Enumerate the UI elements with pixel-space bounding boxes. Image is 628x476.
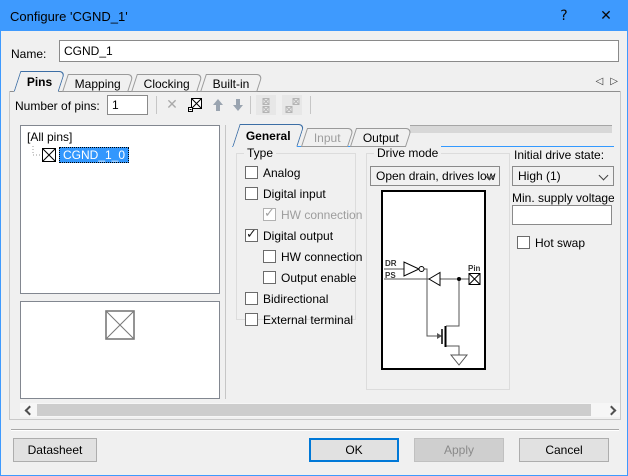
drive-mode-title: Drive mode — [374, 146, 441, 160]
pin-symbol-icon — [105, 310, 135, 340]
checkbox-label: Digital output — [263, 229, 333, 243]
close-button[interactable]: ✕ — [585, 1, 627, 31]
name-label: Name: — [11, 47, 46, 61]
drive-mode-value: Open drain, drives low — [376, 169, 495, 183]
drive-mode-diagram: DR PS Pin — [381, 190, 486, 370]
tab-label: General — [246, 129, 291, 143]
pin-symbol-preview — [20, 301, 220, 399]
datasheet-button[interactable]: Datasheet — [13, 438, 97, 462]
move-pin-up-icon — [208, 95, 228, 115]
toolbar-separator — [156, 96, 157, 114]
checkbox-output-enable[interactable] — [263, 271, 276, 284]
checkbox-label: HW connection — [281, 208, 362, 222]
tab-pins[interactable]: Pins — [14, 71, 66, 92]
number-of-pins-label: Number of pins: — [15, 99, 100, 113]
type-group-title: Type — [244, 146, 276, 160]
type-group: Type AnalogDigital inputHW connectionDig… — [236, 153, 356, 320]
tab-label: Mapping — [75, 77, 121, 91]
scroll-right-icon[interactable] — [605, 403, 620, 417]
inner-tab-general[interactable]: General — [232, 124, 304, 147]
checkbox-row-hw-connection: HW connection — [263, 204, 355, 225]
inner-tab-strip: General Input Output — [232, 123, 614, 147]
tree-row: CGND_1_0 — [25, 146, 215, 164]
move-pin-down-icon — [228, 95, 248, 115]
checkbox-row-output-enable: Output enable — [263, 267, 355, 288]
diagram-pin-label: Pin — [468, 264, 481, 273]
titlebar: Configure 'CGND_1' ? ✕ — [1, 1, 627, 31]
checkbox-label: External terminal — [263, 313, 353, 327]
drive-mode-select[interactable]: Open drain, drives low — [370, 166, 500, 186]
name-input[interactable] — [59, 40, 619, 62]
configure-pin-dialog: Configure 'CGND_1' ? ✕ Name: Pins Mapping… — [0, 0, 628, 476]
ungroup-pins-icon — [282, 95, 302, 115]
checkbox-hw-connection — [263, 208, 276, 221]
min-supply-voltage-label: Min. supply voltage: — [512, 191, 614, 205]
tab-label: Built-in — [213, 77, 250, 91]
window-title: Configure 'CGND_1' — [10, 9, 128, 24]
tab-built-in[interactable]: Built-in — [200, 74, 263, 92]
checkbox-label: Bidirectional — [263, 292, 328, 306]
tab-label: Clocking — [144, 77, 190, 91]
tree-item-all-pins[interactable]: [All pins] — [25, 129, 215, 145]
group-pins-icon — [256, 95, 276, 115]
main-tab-strip: Pins Mapping Clocking Built-in ◁ ▷ — [9, 69, 621, 92]
ok-button[interactable]: OK — [309, 438, 399, 462]
footer-separator — [11, 429, 619, 431]
inner-tab-output[interactable]: Output — [350, 128, 412, 147]
tree-item-selected-pin[interactable]: CGND_1_0 — [59, 147, 129, 163]
min-supply-voltage-input[interactable] — [512, 205, 612, 225]
checkbox-hot-swap[interactable] — [517, 236, 530, 249]
initial-drive-state-label: Initial drive state: — [514, 148, 604, 162]
chevron-down-icon — [599, 171, 609, 181]
toolbar-separator — [250, 96, 251, 114]
inner-tab-input: Input — [301, 128, 354, 147]
initial-drive-state-select[interactable]: High (1) — [512, 166, 614, 186]
tab-scroll-left-icon[interactable]: ◁ — [596, 76, 604, 87]
tree-connector-icon — [25, 146, 42, 164]
panel-splitter[interactable] — [225, 125, 226, 399]
pin-tree: [All pins] CGND_1_0 — [20, 125, 220, 294]
checkbox-row-digital-output: Digital output — [245, 225, 355, 246]
checkbox-analog[interactable] — [245, 166, 258, 179]
scroll-left-icon[interactable] — [20, 403, 35, 417]
hot-swap-label: Hot swap — [535, 236, 585, 250]
tab-label: Output — [363, 131, 399, 145]
diagram-dr-label: DR — [385, 259, 397, 268]
checkbox-label: Output enable — [281, 271, 356, 285]
diagram-ps-label: PS — [385, 271, 396, 280]
tab-channel — [410, 125, 612, 133]
checkbox-digital-output[interactable] — [245, 229, 258, 242]
tab-mapping[interactable]: Mapping — [62, 74, 134, 92]
apply-button: Apply — [414, 438, 504, 462]
checkbox-label: Analog — [263, 166, 300, 180]
checkbox-row-hw-connection: HW connection — [263, 246, 355, 267]
checkbox-digital-input[interactable] — [245, 187, 258, 200]
initial-drive-state-value: High (1) — [518, 169, 561, 183]
pins-tab-page: Number of pins: ✕ — [9, 91, 621, 420]
checkbox-row-analog: Analog — [245, 162, 355, 183]
tab-label: Pins — [27, 75, 52, 89]
checkbox-label: HW connection — [281, 250, 362, 264]
checkbox-external-terminal[interactable] — [245, 313, 258, 326]
checkbox-row-bidirectional: Bidirectional — [245, 288, 355, 309]
scrollbar-thumb[interactable] — [37, 404, 591, 416]
help-button[interactable]: ? — [543, 1, 585, 31]
checkbox-row-external-terminal: External terminal — [245, 309, 355, 330]
tab-label: Input — [314, 131, 341, 145]
tab-scroll-right-icon[interactable]: ▷ — [610, 76, 618, 87]
tab-clocking[interactable]: Clocking — [131, 74, 203, 92]
horizontal-scrollbar[interactable] — [20, 403, 620, 417]
checkbox-bidirectional[interactable] — [245, 292, 258, 305]
checkbox-label: Digital input — [263, 187, 326, 201]
checkbox-hw-connection[interactable] — [263, 250, 276, 263]
add-pin-icon[interactable] — [186, 95, 206, 115]
toolbar-separator — [310, 96, 311, 114]
hot-swap-row: Hot swap — [517, 232, 585, 253]
cancel-button[interactable]: Cancel — [519, 438, 609, 462]
pin-icon — [42, 148, 56, 162]
delete-pin-icon: ✕ — [162, 95, 182, 115]
checkbox-row-digital-input: Digital input — [245, 183, 355, 204]
number-of-pins-input[interactable] — [107, 95, 148, 115]
